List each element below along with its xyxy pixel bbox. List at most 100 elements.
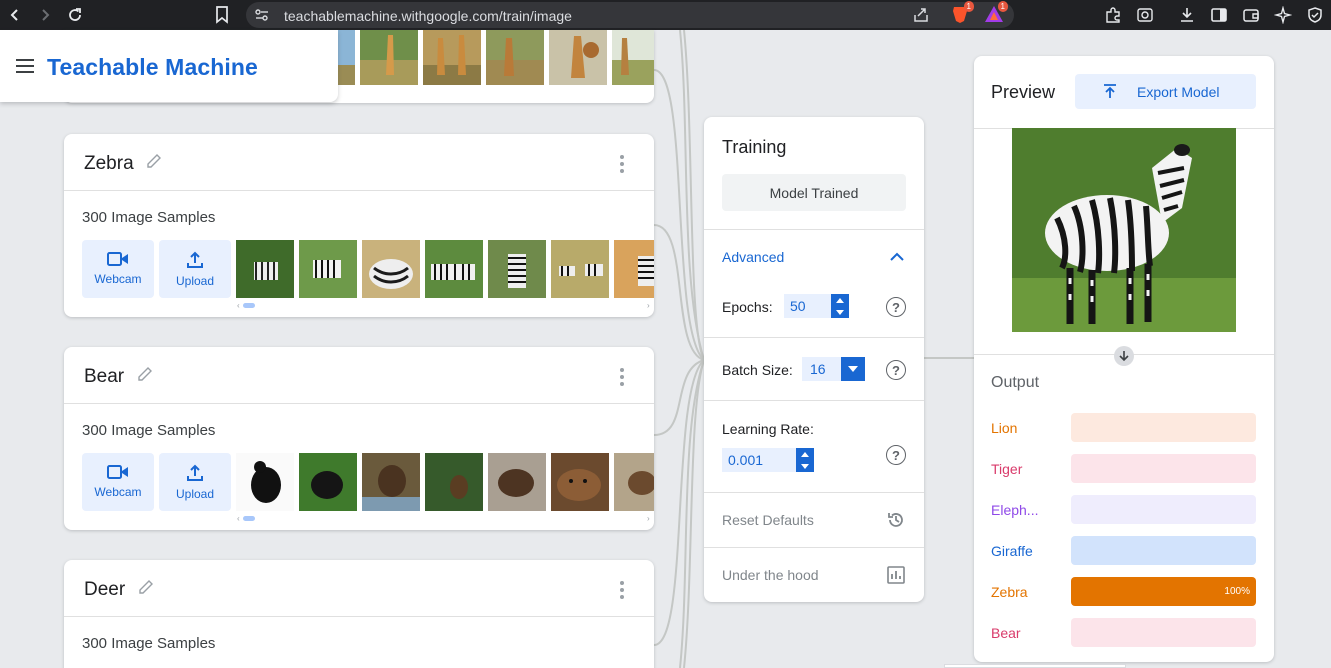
site-info-icon[interactable] [254, 7, 270, 28]
thumbnail-scroll-indicator[interactable]: ‹ › [237, 514, 650, 523]
training-panel: Training Model Trained Advanced Epochs: … [704, 117, 924, 602]
preview-image [1012, 128, 1236, 332]
webcam-icon [107, 252, 128, 266]
class-name[interactable]: Bear [84, 366, 124, 388]
thumbnail-scroll-indicator[interactable]: ‹ › [237, 301, 650, 310]
learning-rate-stepper[interactable] [796, 448, 814, 472]
divider [704, 229, 924, 230]
address-bar[interactable]: teachablemachine.withgoogle.com/train/im… [246, 2, 1014, 28]
dropdown-icon[interactable] [841, 357, 865, 381]
class-name[interactable]: Deer [84, 579, 125, 601]
webcam-icon [107, 465, 128, 479]
class-card-zebra: Zebra 300 Image Samples Webcam Upload ‹ › [64, 134, 654, 317]
sample-thumbnails [297, 30, 654, 85]
upload-button[interactable]: Upload [159, 240, 231, 298]
preview-panel: Preview Export Model Output Lion Tiger Ele… [974, 56, 1274, 662]
sidebar-icon[interactable] [1203, 0, 1235, 30]
output-label: Bear [991, 625, 1021, 641]
webcam-label: Webcam [94, 272, 142, 286]
class-name[interactable]: Zebra [84, 153, 134, 175]
browser-toolbar: teachablemachine.withgoogle.com/train/im… [0, 0, 1331, 30]
webcam-button[interactable]: Webcam [82, 453, 154, 511]
bottom-popup-edge [944, 664, 1126, 668]
output-row: Bear [991, 618, 1256, 647]
epochs-input[interactable]: 50 [784, 294, 849, 318]
extensions-puzzle-icon[interactable] [1097, 0, 1129, 30]
sample-thumbnails [236, 453, 654, 511]
webcam-label: Webcam [94, 485, 142, 499]
bear-thumb [425, 453, 483, 511]
zebra-thumb [236, 240, 294, 298]
confidence-bar [1071, 413, 1256, 442]
bear-thumb [614, 453, 654, 511]
preview-title: Preview [991, 82, 1056, 102]
class-card-bear: Bear 300 Image Samples Webcam Upload ‹ › [64, 347, 654, 530]
screenshot-icon[interactable] [1129, 0, 1161, 30]
confidence-percent: 100% [1224, 586, 1250, 597]
export-icon [1104, 84, 1116, 98]
upload-button[interactable]: Upload [159, 453, 231, 511]
export-label: Export Model [1137, 84, 1220, 100]
advanced-toggle[interactable]: Advanced [722, 249, 784, 265]
learning-rate-input[interactable]: 0.001 [722, 448, 814, 472]
downloads-icon[interactable] [1171, 0, 1203, 30]
arrow-down-icon [1114, 346, 1134, 366]
wallet-icon[interactable] [1235, 0, 1267, 30]
sample-count: 300 Image Samples [82, 209, 216, 226]
export-model-button[interactable]: Export Model [1075, 74, 1256, 109]
bear-thumb [236, 453, 294, 511]
edit-icon[interactable] [135, 364, 155, 389]
help-icon[interactable]: ? [886, 445, 906, 465]
share-icon[interactable] [912, 6, 930, 29]
more-options-icon[interactable] [612, 367, 632, 387]
zebra-thumb [614, 240, 654, 298]
brave-badge-count: 1 [963, 1, 974, 12]
upload-icon [187, 251, 203, 268]
giraffe-thumb [612, 30, 654, 85]
output-label: Eleph... [991, 502, 1039, 518]
browser-extension-bar [1097, 0, 1331, 30]
upload-icon [187, 464, 203, 481]
reset-defaults-button[interactable]: Reset Defaults [722, 512, 814, 528]
help-icon[interactable]: ? [886, 360, 906, 380]
back-icon[interactable] [0, 0, 30, 30]
zebra-thumb [425, 240, 483, 298]
divider [704, 492, 924, 493]
giraffe-thumb [360, 30, 418, 85]
edit-icon[interactable] [136, 577, 156, 602]
menu-icon[interactable] [16, 59, 34, 77]
output-label: Giraffe [991, 543, 1033, 559]
forward-icon[interactable] [30, 0, 60, 30]
history-icon[interactable] [886, 510, 906, 535]
edit-icon[interactable] [144, 151, 164, 176]
leo-ai-icon[interactable] [1267, 0, 1299, 30]
confidence-bar: 100% [1071, 577, 1256, 606]
vpn-shield-icon[interactable] [1299, 0, 1331, 30]
brave-rewards-icon[interactable]: 1 [984, 1, 1008, 24]
reload-icon[interactable] [60, 0, 90, 30]
batch-size-select[interactable]: 16 [802, 357, 865, 381]
giraffe-thumb [423, 30, 481, 85]
bear-thumb [362, 453, 420, 511]
sample-count: 300 Image Samples [82, 422, 216, 439]
batch-size-label: Batch Size: [722, 362, 793, 378]
help-icon[interactable]: ? [886, 297, 906, 317]
webcam-button[interactable]: Webcam [82, 240, 154, 298]
chevron-up-icon[interactable] [888, 248, 906, 271]
bookmark-icon[interactable] [214, 5, 230, 30]
under-the-hood-button[interactable]: Under the hood [722, 567, 819, 583]
brave-shields-icon[interactable]: 1 [950, 1, 974, 24]
class-card-deer: Deer 300 Image Samples [64, 560, 654, 668]
output-label: Zebra [991, 584, 1028, 600]
sample-thumbnails [236, 240, 654, 298]
epochs-stepper[interactable] [831, 294, 849, 318]
brand-title[interactable]: Teachable Machine [47, 54, 258, 81]
learning-rate-value: 0.001 [728, 452, 764, 468]
sample-count: 300 Image Samples [82, 635, 216, 652]
more-options-icon[interactable] [612, 580, 632, 600]
zebra-thumb [299, 240, 357, 298]
more-options-icon[interactable] [612, 154, 632, 174]
bar-chart-icon[interactable] [886, 565, 906, 590]
train-model-button[interactable]: Model Trained [722, 174, 906, 211]
epochs-label: Epochs: [722, 299, 773, 315]
